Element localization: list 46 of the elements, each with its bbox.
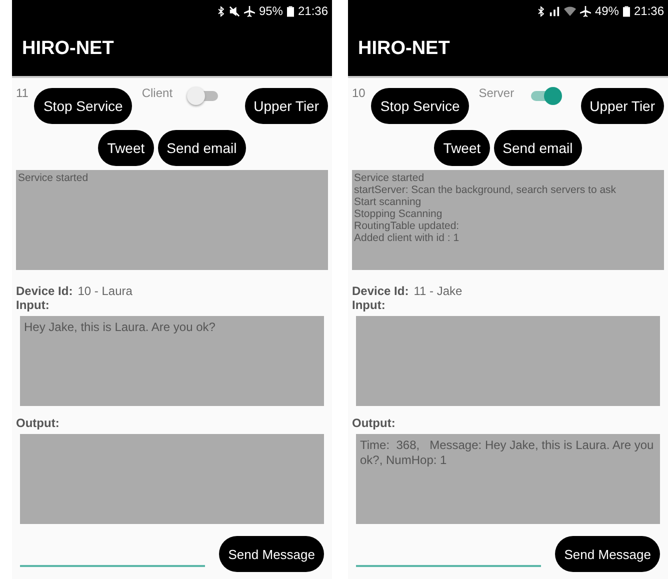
- input-label: Input:: [352, 298, 386, 312]
- device-id: 10 - Laura: [78, 284, 132, 298]
- output-label: Output:: [352, 416, 396, 430]
- role-label: Client: [142, 86, 173, 100]
- app-title: HIRO-NET: [358, 38, 450, 60]
- send-message-button[interactable]: Send Message: [219, 536, 324, 572]
- log-line: startServer: Scan the background, search servers to ask: [354, 184, 618, 196]
- bluetooth-icon: [216, 6, 225, 16]
- device-id: 11 - Jake: [414, 284, 462, 298]
- battery-percent: 95%: [258, 4, 283, 18]
- upper-tier-button[interactable]: Upper Tier: [580, 88, 664, 124]
- output-label: Output:: [16, 416, 60, 430]
- airplane-icon: [580, 6, 591, 16]
- send-message-button[interactable]: Send Message: [555, 536, 660, 572]
- clock: 21:36: [298, 4, 328, 18]
- input-label: Input:: [16, 298, 50, 312]
- upper-tier-button[interactable]: Upper Tier: [244, 88, 328, 124]
- input-field[interactable]: [356, 316, 660, 406]
- tweet-button[interactable]: Tweet: [98, 130, 154, 166]
- device-id-label: Device Id:: [352, 284, 409, 298]
- bluetooth-icon: [536, 6, 545, 16]
- output-field: Time: 368, Message: Hey Jake, this is Laura. Are you ok?, NumHop: 1: [356, 434, 660, 524]
- log-line: Added client with id : 1: [354, 232, 460, 244]
- log-line: Stopping Scanning: [354, 208, 444, 220]
- node-count: 11: [16, 86, 28, 100]
- send-email-button[interactable]: Send email: [158, 130, 246, 166]
- node-count: 10: [352, 86, 366, 100]
- log-line: RoutingTable updated:: [354, 220, 460, 232]
- log-line: Service started: [354, 172, 426, 184]
- tweet-button[interactable]: Tweet: [434, 130, 490, 166]
- log-line: Service started: [18, 172, 90, 184]
- app-title: HIRO-NET: [22, 38, 114, 60]
- wifi-icon: [564, 6, 576, 16]
- device-id-label: Device Id:: [16, 284, 73, 298]
- mute-icon: [228, 6, 240, 16]
- log-line: Start scanning: [354, 196, 422, 208]
- role-label: Server: [478, 86, 514, 100]
- send-email-button[interactable]: Send email: [494, 130, 582, 166]
- battery-icon: [286, 6, 294, 16]
- stop-service-button[interactable]: Stop Service: [34, 88, 132, 124]
- battery-percent: 49%: [594, 4, 619, 18]
- stop-service-button[interactable]: Stop Service: [371, 88, 469, 124]
- clock: 21:36: [634, 4, 664, 18]
- signal-icon: [548, 6, 560, 16]
- airplane-icon: [244, 6, 255, 16]
- battery-icon: [622, 6, 630, 16]
